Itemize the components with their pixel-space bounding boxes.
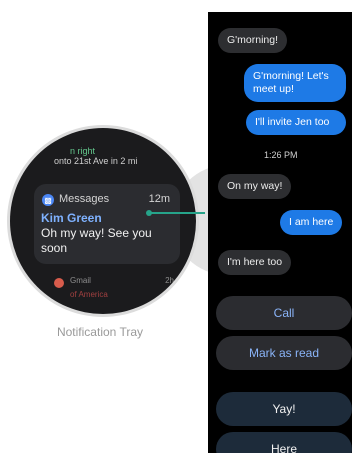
message-bubble-incoming: On my way! bbox=[218, 174, 292, 199]
message-bubble-incoming: G'morning! bbox=[218, 28, 288, 53]
messages-notification-card[interactable]: ▩ Messages 12m Kim Green Oh my way! See … bbox=[34, 184, 180, 264]
watch-notification-tray: n right onto 21st Ave in 2 mi ▩ Messages… bbox=[10, 128, 196, 314]
notification-message: Oh my way! See you soon bbox=[41, 226, 152, 255]
quick-reply-yay[interactable]: Yay! bbox=[216, 392, 352, 426]
conversation-panel[interactable]: G'morning! G'morning! Let's meet up! I'l… bbox=[208, 12, 352, 453]
message-timestamp: 1:26 PM bbox=[264, 150, 298, 160]
app-name: Messages bbox=[59, 193, 110, 205]
previous-notification-title: n right bbox=[70, 146, 96, 156]
call-button[interactable]: Call bbox=[216, 296, 352, 330]
mark-as-read-button[interactable]: Mark as read bbox=[216, 336, 352, 370]
sender-name: Kim Green bbox=[41, 211, 102, 225]
message-bubble-outgoing: I'll invite Jen too bbox=[246, 110, 346, 135]
quick-reply-here[interactable]: Here bbox=[216, 432, 352, 453]
previous-notification-text: onto 21st Ave in 2 mi bbox=[54, 156, 138, 166]
message-bubble-outgoing: I am here bbox=[280, 210, 343, 235]
messages-icon: ▩ bbox=[42, 194, 54, 206]
message-bubble-incoming: I'm here too bbox=[218, 250, 292, 275]
gmail-app-name: Gmail bbox=[70, 276, 91, 285]
gmail-peek-text: of America bbox=[70, 290, 108, 299]
gmail-icon bbox=[54, 278, 64, 288]
notification-tray-caption: Notification Tray bbox=[56, 325, 144, 339]
gmail-time: 2h bbox=[165, 276, 174, 285]
message-bubble-outgoing: G'morning! Let's meet up! bbox=[244, 64, 346, 102]
notification-time: 12m bbox=[148, 193, 170, 205]
connector-dot bbox=[146, 210, 152, 216]
connector-line bbox=[149, 212, 205, 214]
